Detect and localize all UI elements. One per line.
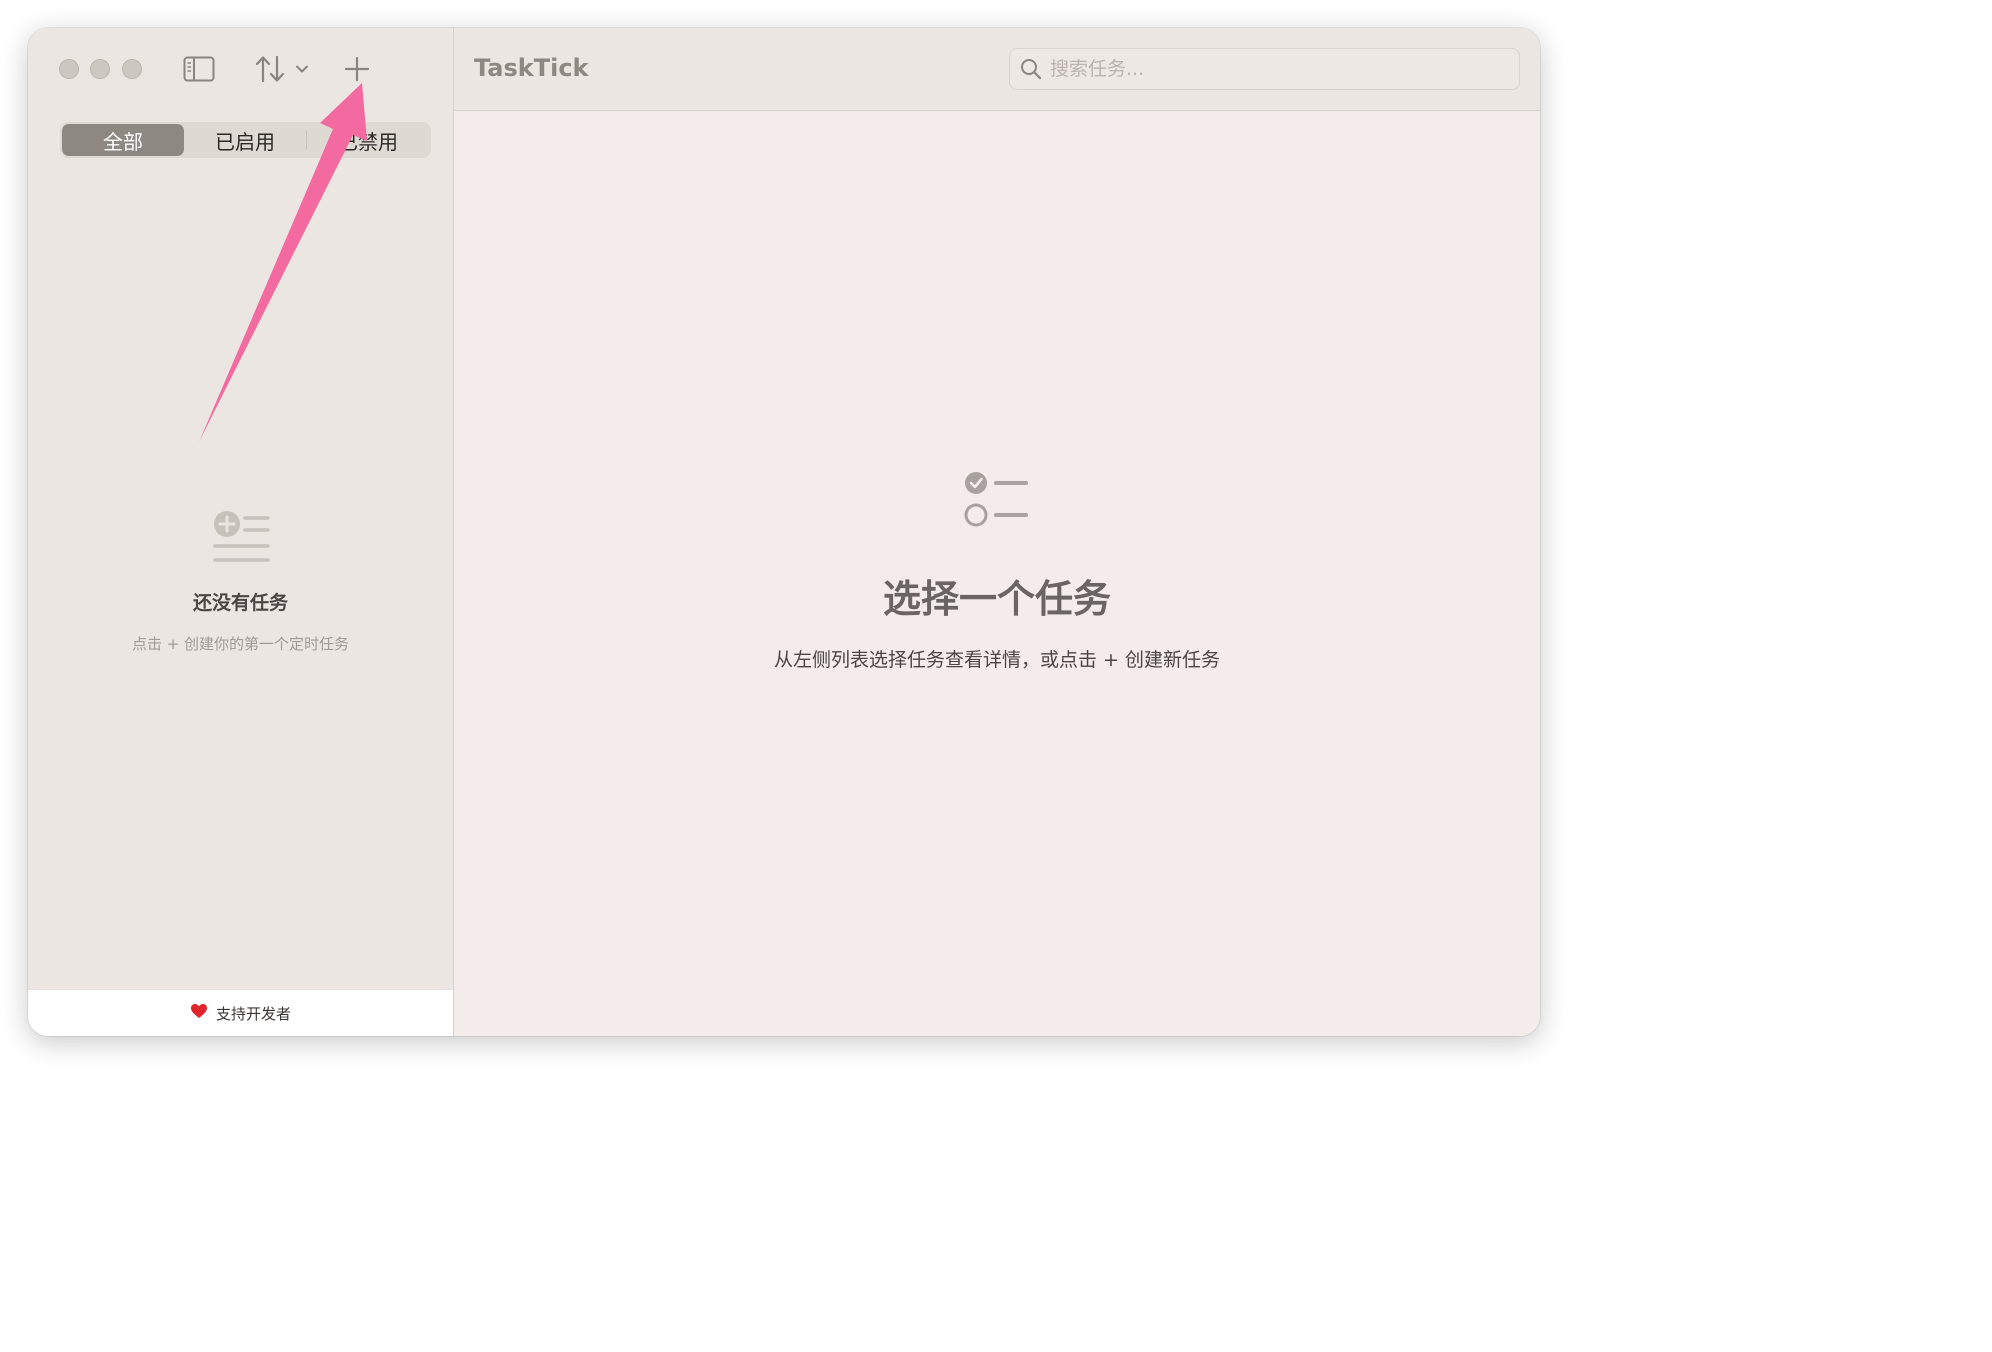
app-window: 全部 已启用 已禁用 还没有任务 点击 + 创建你的第一个定时任务 支持开发者 … (28, 28, 1540, 1036)
detail-header: TaskTick (454, 28, 1540, 111)
search-field[interactable] (1009, 48, 1520, 90)
zoom-window-button[interactable] (122, 59, 142, 79)
detail-pane: TaskTick 搜索任务... 选择一个任务 从左侧列表选择任务查看详情，或点… (454, 28, 1540, 1036)
close-window-button[interactable] (59, 59, 79, 79)
segment-disabled[interactable]: 已禁用 (307, 124, 429, 156)
empty-title: 还没有任务 (192, 592, 288, 614)
chevron-down-icon[interactable] (294, 61, 310, 77)
filter-segmented-control: 全部 已启用 已禁用 (60, 122, 431, 158)
segment-enabled[interactable]: 已启用 (184, 124, 306, 156)
search-icon (1020, 58, 1042, 80)
sidebar-empty-state: 还没有任务 点击 + 创建你的第一个定时任务 (28, 508, 453, 654)
app-title: TaskTick (474, 54, 589, 82)
search-input[interactable] (1048, 57, 1492, 81)
heart-icon (190, 1003, 208, 1023)
detail-empty-state: 选择一个任务 从左侧列表选择任务查看详情，或点击 + 创建新任务 (454, 468, 1540, 672)
add-list-icon (211, 508, 271, 570)
empty-hint: 点击 + 创建你的第一个定时任务 (131, 635, 350, 653)
support-developer-button[interactable]: 支持开发者 (28, 989, 453, 1036)
segment-all[interactable]: 全部 (62, 124, 184, 156)
sidebar-toggle-icon[interactable] (182, 54, 216, 84)
minimize-window-button[interactable] (90, 59, 110, 79)
checklist-icon (964, 468, 1030, 532)
sort-icon[interactable] (252, 52, 288, 86)
sidebar: 全部 已启用 已禁用 还没有任务 点击 + 创建你的第一个定时任务 支持开发者 (28, 28, 454, 1036)
plus-icon[interactable] (342, 54, 372, 84)
detail-empty-subtitle: 从左侧列表选择任务查看详情，或点击 + 创建新任务 (773, 649, 1220, 671)
support-label: 支持开发者 (215, 1004, 291, 1023)
detail-empty-title: 选择一个任务 (882, 577, 1111, 621)
